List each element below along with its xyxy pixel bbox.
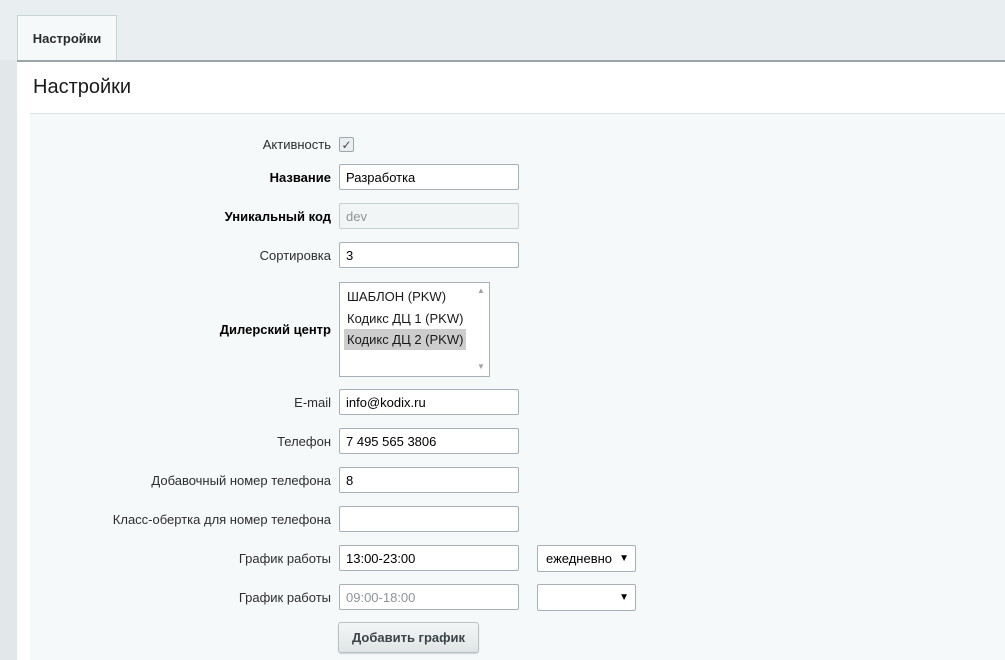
code-label: Уникальный код bbox=[224, 209, 331, 224]
dealer-option[interactable]: ШАБЛОН (PKW) bbox=[344, 286, 449, 307]
active-label: Активность bbox=[262, 137, 331, 152]
schedule-period-value: ежедневно bbox=[546, 551, 613, 566]
sort-label: Сортировка bbox=[259, 248, 331, 263]
scroll-down-icon[interactable]: ▼ bbox=[477, 362, 485, 371]
name-input[interactable] bbox=[339, 164, 519, 190]
caret-down-icon: ▼ bbox=[619, 553, 629, 564]
schedule-label: График работы bbox=[238, 590, 331, 605]
phone-label: Телефон bbox=[277, 434, 331, 449]
name-label: Название bbox=[269, 170, 331, 185]
dealer-listbox[interactable]: ШАБЛОН (PKW) Кодикс ДЦ 1 (PKW) Кодикс ДЦ… bbox=[339, 282, 490, 377]
tab-settings[interactable]: Настройки bbox=[17, 15, 117, 61]
email-input[interactable] bbox=[339, 389, 519, 415]
schedule-period-select[interactable]: ▼ bbox=[537, 584, 636, 611]
settings-page: Настройки Настройки Активность ✓ Названи… bbox=[0, 0, 1005, 660]
dealer-option[interactable]: Кодикс ДЦ 1 (PKW) bbox=[344, 308, 466, 329]
schedule-input[interactable] bbox=[339, 584, 519, 610]
add-schedule-button[interactable]: Добавить график bbox=[338, 622, 479, 653]
dealer-option-selected[interactable]: Кодикс ДЦ 2 (PKW) bbox=[344, 329, 467, 350]
schedule-period-select[interactable]: ежедневно ▼ bbox=[537, 545, 636, 572]
dealer-label: Дилерский центр bbox=[219, 322, 331, 337]
phone-ext-label: Добавочный номер телефона bbox=[151, 473, 331, 488]
schedule-input[interactable] bbox=[339, 545, 519, 571]
form-area bbox=[30, 114, 1005, 660]
caret-down-icon: ▼ bbox=[619, 592, 629, 603]
sort-input[interactable] bbox=[339, 242, 519, 268]
phone-ext-input[interactable] bbox=[339, 467, 519, 493]
schedule-label: График работы bbox=[238, 551, 331, 566]
active-checkbox[interactable]: ✓ bbox=[339, 137, 354, 152]
phone-input[interactable] bbox=[339, 428, 519, 454]
listbox-scrollbar[interactable]: ▲ ▼ bbox=[473, 283, 489, 376]
tabs-bar: Настройки bbox=[0, 0, 1005, 61]
check-icon: ✓ bbox=[341, 137, 352, 152]
email-label: E-mail bbox=[294, 395, 331, 410]
phone-class-label: Класс-обертка для номер телефона bbox=[112, 512, 331, 527]
scroll-up-icon[interactable]: ▲ bbox=[477, 286, 485, 295]
page-title: Настройки bbox=[33, 76, 132, 98]
phone-class-input[interactable] bbox=[339, 506, 519, 532]
code-input bbox=[339, 203, 519, 229]
